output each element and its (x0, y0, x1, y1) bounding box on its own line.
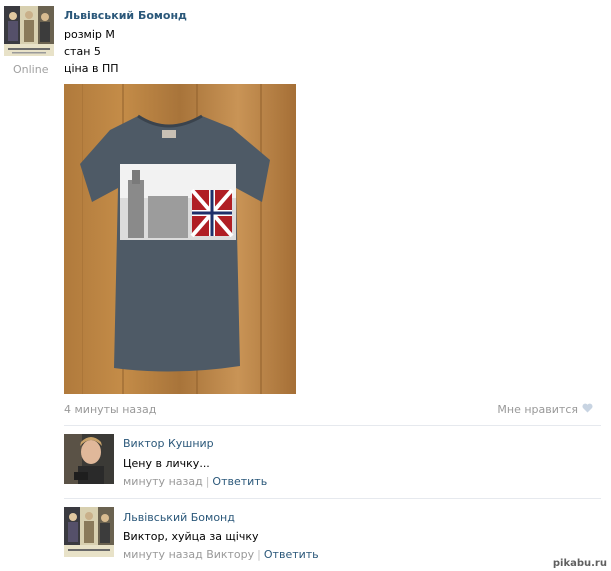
comment-author-name[interactable]: Виктор Кушнир (123, 437, 214, 450)
comment-separator (64, 498, 601, 499)
comment-time[interactable]: минуту назад (123, 475, 203, 488)
group-avatar[interactable] (4, 6, 54, 56)
comment-text: Цену в личку... (123, 457, 210, 470)
comment-avatar[interactable] (64, 434, 114, 484)
comment-text: Виктор, хуйца за щічку (123, 530, 259, 543)
heart-icon (582, 403, 593, 416)
comment-author-name[interactable]: Львівський Бомонд (123, 511, 235, 524)
like-button[interactable]: Мне нравится (497, 403, 593, 416)
comments-separator (64, 425, 601, 426)
post-author[interactable]: Львівський Бомонд (64, 9, 187, 22)
comment-avatar[interactable] (64, 507, 114, 557)
post-time[interactable]: 4 минуты назад (64, 403, 156, 416)
post-text-line-condition: стан 5 (64, 45, 101, 58)
meta-divider: | (205, 475, 210, 488)
post-photo[interactable] (64, 84, 296, 394)
online-status: Online (13, 63, 49, 76)
comment-time[interactable]: минуту назад Виктору (123, 548, 254, 561)
post-text-line-size: розмір М (64, 28, 115, 41)
reply-link[interactable]: Ответить (264, 548, 319, 561)
like-label: Мне нравится (497, 403, 578, 416)
meta-divider: | (257, 548, 261, 561)
comment-meta: минуту назад | Ответить (123, 475, 267, 488)
comment-meta: минуту назад Виктору | Ответить (123, 548, 319, 561)
reply-link[interactable]: Ответить (212, 475, 267, 488)
watermark: pikabu.ru (552, 558, 607, 569)
post-text-line-price: ціна в ПП (64, 62, 119, 75)
